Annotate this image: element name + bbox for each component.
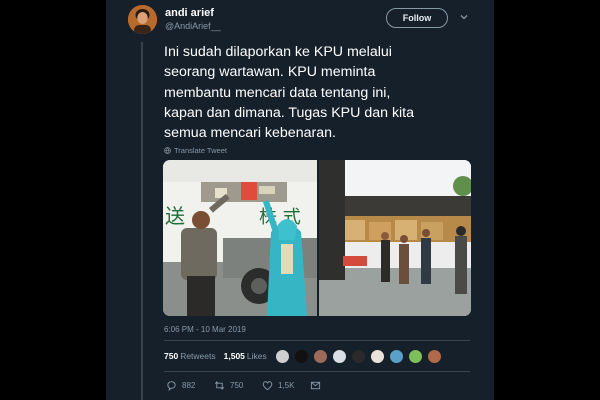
reply-count: 882 — [182, 381, 196, 390]
tweet-text-line: membantu mencari data tentang ini, — [164, 84, 391, 101]
retweets-stat[interactable]: 750 Retweets — [164, 351, 216, 361]
liker-avatar[interactable] — [332, 349, 347, 364]
tweet-text-line: seorang wartawan. KPU meminta — [164, 64, 376, 81]
thread-line — [141, 42, 143, 400]
chevron-down-icon[interactable] — [459, 12, 469, 22]
liker-avatar[interactable] — [427, 349, 442, 364]
tweet-photo[interactable]: 送 株 式 — [163, 160, 471, 316]
truck-lettering-left: 送 — [165, 204, 185, 228]
avatar[interactable] — [128, 5, 157, 34]
likes-count: 1,505 — [223, 351, 245, 361]
tweet-timestamp[interactable]: 6:06 PM - 10 Mar 2019 — [164, 325, 246, 334]
follow-button[interactable]: Follow — [386, 8, 448, 28]
direct-message-button[interactable] — [310, 380, 358, 391]
message-icon — [310, 381, 321, 390]
liker-avatar[interactable] — [294, 349, 309, 364]
translate-tweet-link[interactable]: Translate Tweet — [164, 146, 227, 155]
tweet-text-line: kapan dan dimana. Tugas KPU dan kita — [164, 104, 415, 121]
like-count: 1,5K — [278, 381, 295, 390]
like-button[interactable]: 1,5K — [262, 380, 310, 391]
reply-icon — [167, 381, 176, 391]
engagement-stats: 750 Retweets 1,505 Likes — [164, 351, 267, 361]
translate-label: Translate Tweet — [174, 146, 227, 155]
tweet-text-line: semua mencari kebenaran. — [164, 125, 336, 142]
retweet-icon — [215, 381, 224, 390]
tweet-text: Ini sudah dilaporkan ke KPU melalui seor… — [164, 42, 464, 143]
liker-avatar[interactable] — [408, 349, 423, 364]
liker-avatar[interactable] — [370, 349, 385, 364]
retweets-label: Retweets — [180, 351, 216, 361]
liker-avatar[interactable] — [313, 349, 328, 364]
like-icon — [262, 381, 273, 391]
likes-stat[interactable]: 1,505 Likes — [224, 351, 267, 361]
display-name[interactable]: andi arief — [165, 7, 214, 19]
liker-avatars — [275, 349, 442, 364]
retweet-button[interactable]: 750 — [214, 380, 262, 391]
liker-avatar[interactable] — [275, 349, 290, 364]
tweet-text-line: Ini sudah dilaporkan ke KPU melalui — [164, 44, 392, 60]
reply-button[interactable]: 882 — [166, 380, 214, 391]
divider — [164, 340, 470, 341]
liker-avatar[interactable] — [389, 349, 404, 364]
tweet-actions: 882 750 1,5K — [166, 380, 358, 391]
divider — [164, 371, 470, 372]
likes-label: Likes — [246, 351, 267, 361]
user-handle[interactable]: @AndiArief__ — [165, 21, 221, 31]
liker-avatar[interactable] — [351, 349, 366, 364]
retweets-count: 750 — [164, 351, 179, 361]
globe-icon — [164, 147, 171, 154]
retweet-count: 750 — [230, 381, 244, 390]
